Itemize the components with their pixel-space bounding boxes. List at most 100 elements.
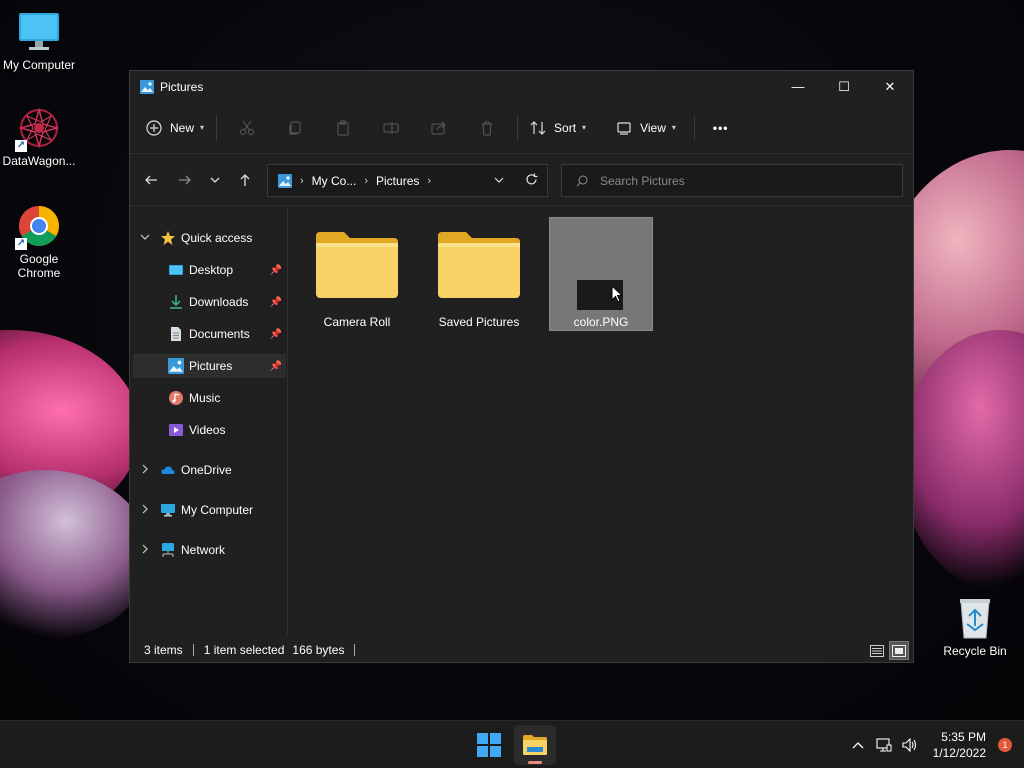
paste-icon[interactable]	[319, 112, 367, 144]
file-tile-color-png[interactable]: color.PNG	[549, 217, 653, 331]
windows-logo-icon	[477, 733, 501, 757]
sort-arrows-icon	[530, 120, 546, 135]
file-name: color.PNG	[573, 315, 629, 329]
folder-tile-saved-pictures[interactable]: Saved Pictures	[427, 218, 531, 332]
back-arrow-icon[interactable]	[136, 165, 166, 195]
close-button[interactable]: ✕	[867, 71, 913, 102]
taskbar-file-explorer[interactable]	[514, 725, 556, 765]
sidebar-item-music[interactable]: Music	[133, 386, 286, 410]
breadcrumb-chevron-icon: ›	[427, 174, 432, 187]
more-options-button[interactable]: •••	[707, 112, 735, 144]
toolbar-divider	[216, 114, 218, 141]
share-icon[interactable]	[415, 112, 463, 144]
clock[interactable]: 5:35 PM 1/12/2022	[923, 729, 990, 761]
folder-tile-camera-roll[interactable]: Camera Roll	[305, 218, 409, 332]
sidebar-item-network[interactable]: Network	[130, 538, 288, 562]
title-bar[interactable]: Pictures — ☐ ✕	[130, 71, 913, 102]
pin-icon[interactable]: 📌	[270, 265, 282, 276]
view-button-label: View	[640, 120, 666, 135]
minimize-button[interactable]: —	[775, 71, 821, 102]
maximize-button[interactable]: ☐	[821, 71, 867, 102]
network-status-icon[interactable]	[871, 738, 897, 752]
breadcrumb-chevron-icon: ›	[300, 174, 304, 187]
sidebar-item-desktop[interactable]: Desktop 📌	[133, 258, 286, 282]
sidebar-item-videos[interactable]: Videos	[133, 418, 286, 442]
file-list[interactable]: Camera Roll Saved Pictures color.PNG	[290, 208, 914, 636]
monitor-icon	[17, 10, 61, 54]
sidebar-item-downloads[interactable]: Downloads 📌	[133, 290, 286, 314]
toolbar-divider	[693, 114, 695, 141]
chevron-down-icon: ▾	[671, 123, 676, 132]
file-name: Saved Pictures	[438, 315, 520, 329]
cut-icon[interactable]	[223, 112, 271, 144]
status-bar: 3 items 1 item selected 166 bytes	[130, 638, 913, 662]
active-indicator	[528, 761, 542, 764]
sidebar-item-label: Music	[189, 391, 221, 405]
show-hidden-icons-chevron-icon[interactable]	[845, 740, 871, 750]
sort-button[interactable]: Sort ▾	[524, 112, 592, 144]
pin-icon[interactable]: 📌	[270, 329, 282, 340]
chevron-down-icon[interactable]	[140, 232, 150, 244]
address-bar[interactable]: › My Co... › Pictures ›	[267, 164, 548, 197]
new-button-label: New	[170, 120, 195, 135]
sidebar-item-label: Desktop	[189, 263, 234, 277]
star-icon	[160, 230, 176, 246]
breadcrumb-pictures[interactable]: Pictures	[376, 174, 419, 188]
rename-icon[interactable]	[367, 112, 415, 144]
file-name: Camera Roll	[323, 315, 391, 329]
desktop-icon-label: Recycle Bin	[943, 644, 1007, 658]
sidebar-item-label: Quick access	[181, 231, 253, 245]
shortcut-arrow-icon: ↗	[15, 140, 27, 152]
view-layout-icon	[617, 121, 631, 135]
new-button[interactable]: New ▾	[140, 112, 210, 144]
chevron-right-icon[interactable]	[140, 504, 150, 516]
document-icon	[168, 326, 184, 342]
chevron-down-icon: ▾	[200, 123, 205, 132]
sidebar-item-onedrive[interactable]: OneDrive	[130, 458, 288, 482]
cloud-icon	[160, 462, 176, 478]
sidebar-item-label: My Computer	[181, 503, 254, 517]
desktop-icon-google-chrome[interactable]: ↗ Google Chrome	[0, 204, 79, 280]
sidebar-item-pictures[interactable]: Pictures 📌	[133, 354, 286, 378]
view-button[interactable]: View ▾	[610, 112, 682, 144]
chevron-right-icon[interactable]	[140, 544, 150, 556]
sidebar-item-label: Pictures	[189, 359, 233, 373]
start-button[interactable]	[467, 725, 511, 765]
search-input[interactable]	[600, 173, 880, 188]
desktop-icon-my-computer[interactable]: My Computer	[0, 10, 79, 72]
refresh-icon[interactable]	[515, 173, 547, 189]
wallpaper-shape	[0, 470, 150, 640]
copy-icon[interactable]	[271, 112, 319, 144]
desktop-icon-recycle-bin[interactable]: Recycle Bin	[935, 596, 1015, 658]
recent-locations-chevron-icon[interactable]	[200, 165, 230, 195]
desktop-icon-label: Google Chrome	[17, 252, 61, 280]
breadcrumb-my-computer[interactable]: My Co...	[312, 174, 357, 188]
notification-badge[interactable]: 1	[998, 738, 1012, 752]
sidebar-item-documents[interactable]: Documents 📌	[133, 322, 286, 346]
chevron-right-icon[interactable]	[140, 464, 150, 476]
search-box[interactable]	[561, 164, 903, 197]
address-history-chevron-icon[interactable]	[483, 174, 515, 188]
file-explorer-window[interactable]: Pictures — ☐ ✕ New ▾ Sort ▾ View ▾ ••• ›…	[129, 70, 914, 663]
plus-circle-icon	[146, 119, 162, 136]
pin-icon[interactable]: 📌	[270, 361, 282, 372]
selection-size: 166 bytes	[292, 643, 345, 657]
pin-icon[interactable]: 📌	[270, 297, 282, 308]
clock-time: 5:35 PM	[941, 730, 986, 744]
desktop-icon-datawagon[interactable]: ↗ DataWagon...	[0, 106, 79, 168]
taskbar: 5:35 PM 1/12/2022 1	[0, 720, 1024, 768]
pictures-folder-icon	[278, 173, 292, 188]
sidebar-item-my-computer[interactable]: My Computer	[130, 498, 288, 522]
window-title: Pictures	[160, 79, 204, 94]
network-icon	[160, 542, 176, 558]
up-arrow-icon[interactable]	[230, 165, 260, 195]
delete-icon[interactable]	[463, 112, 511, 144]
large-icons-view-icon[interactable]	[889, 641, 909, 660]
volume-icon[interactable]	[897, 738, 923, 752]
details-view-icon[interactable]	[867, 641, 887, 660]
forward-arrow-icon[interactable]	[170, 165, 200, 195]
sidebar-item-label: Network	[181, 543, 226, 557]
sidebar-item-label: Documents	[189, 327, 250, 341]
sidebar-item-quick-access[interactable]: Quick access	[130, 226, 288, 250]
chrome-icon: ↗	[15, 204, 61, 250]
